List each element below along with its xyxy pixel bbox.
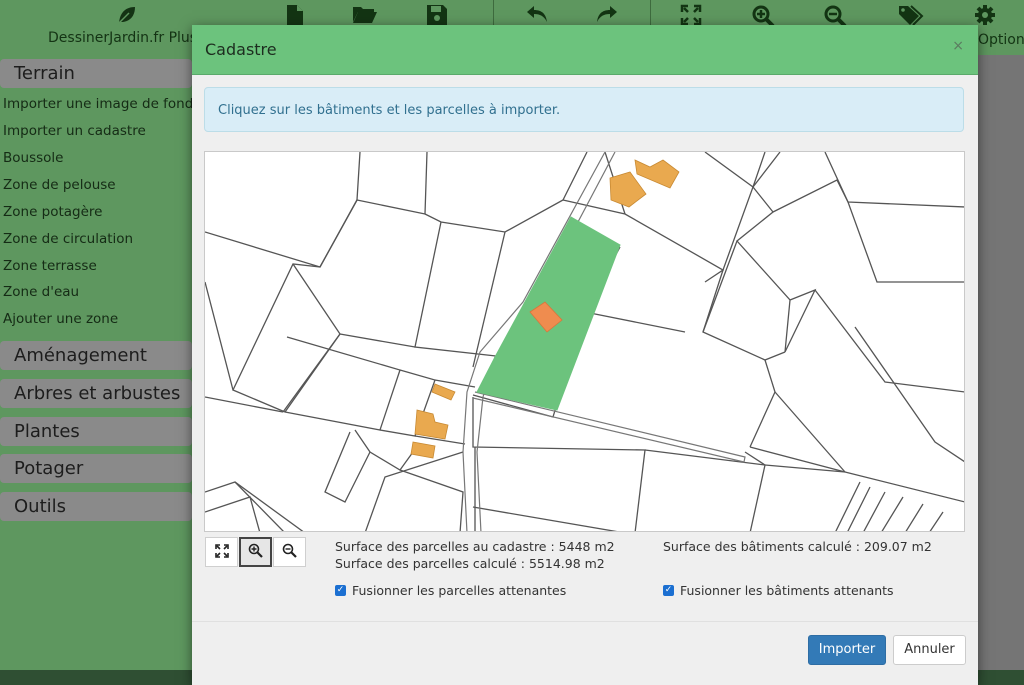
- sidebar-item-vegetable-zone[interactable]: Zone potagère: [3, 204, 103, 220]
- sidebar-item-lawn-zone[interactable]: Zone de pelouse: [3, 177, 116, 193]
- close-icon[interactable]: ×: [952, 38, 964, 54]
- category-amenagement[interactable]: Aménagement: [0, 341, 192, 370]
- surface-parcelles: Surface des parcelles calculé : 5514.98 …: [335, 556, 605, 571]
- cadastre-map[interactable]: [204, 151, 965, 532]
- map-zoom-controls: [205, 537, 307, 567]
- category-plants[interactable]: Plantes: [0, 417, 192, 446]
- zoom-in-icon: [248, 543, 263, 562]
- dialog-footer-divider: [192, 621, 978, 622]
- toolbar-separator: [650, 0, 651, 28]
- merge-buildings-label[interactable]: Fusionner les bâtiments attenants: [680, 583, 894, 598]
- building[interactable]: [609, 171, 647, 208]
- merge-parcels-label[interactable]: Fusionner les parcelles attenantes: [352, 583, 566, 598]
- sidebar-item-water-zone[interactable]: Zone d'eau: [3, 284, 79, 300]
- fit-view-button[interactable]: [205, 537, 238, 567]
- merge-parcels-option: ✓ Fusionner les parcelles attenantes: [335, 583, 566, 598]
- building[interactable]: [634, 159, 680, 189]
- category-vegetable-garden[interactable]: Potager: [0, 454, 192, 483]
- sidebar-item-circulation-zone[interactable]: Zone de circulation: [3, 231, 133, 247]
- cadastre-dialog: Cadastre × Cliquez sur les bâtiments et …: [192, 25, 978, 685]
- zoom-out-button[interactable]: [273, 537, 306, 567]
- info-alert: Cliquez sur les bâtiments et les parcell…: [204, 87, 964, 132]
- fit-view-icon: [214, 543, 229, 562]
- cadastre-map-svg[interactable]: [205, 152, 965, 532]
- sidebar-item-compass[interactable]: Boussole: [3, 150, 63, 166]
- sidebar-item-add-zone[interactable]: Ajouter une zone: [3, 311, 118, 327]
- category-terrain[interactable]: Terrain: [0, 59, 192, 88]
- building[interactable]: [431, 383, 456, 401]
- zoom-out-icon: [282, 543, 297, 562]
- sidebar: Terrain Importer une image de fond Impor…: [0, 55, 193, 670]
- surface-cadastre: Surface des parcelles au cadastre : 5448…: [335, 539, 615, 554]
- sidebar-item-import-background[interactable]: Importer une image de fond: [3, 96, 193, 112]
- building[interactable]: [410, 441, 436, 459]
- toolbar-separator: [493, 0, 494, 28]
- sidebar-item-import-cadastre[interactable]: Importer un cadastre: [3, 123, 146, 139]
- merge-buildings-option: ✓ Fusionner les bâtiments attenants: [663, 583, 894, 598]
- leaf-icon: [116, 4, 138, 31]
- category-tools[interactable]: Outils: [0, 492, 192, 521]
- dialog-header: Cadastre ×: [192, 25, 978, 75]
- dialog-title: Cadastre: [205, 40, 277, 59]
- category-trees[interactable]: Arbres et arbustes: [0, 379, 192, 408]
- info-text: Cliquez sur les bâtiments et les parcell…: [218, 103, 561, 118]
- merge-buildings-checkbox[interactable]: ✓: [663, 585, 674, 596]
- cancel-button[interactable]: Annuler: [893, 635, 966, 665]
- brand-name: DessinerJardin.fr Plus: [48, 30, 198, 46]
- canvas-background: [978, 55, 1024, 670]
- options-label[interactable]: Options: [978, 32, 1024, 48]
- merge-parcels-checkbox[interactable]: ✓: [335, 585, 346, 596]
- import-button[interactable]: Importer: [808, 635, 886, 665]
- surface-batiments: Surface des bâtiments calculé : 209.07 m…: [663, 539, 932, 554]
- building[interactable]: [414, 409, 449, 440]
- sidebar-item-terrace-zone[interactable]: Zone terrasse: [3, 258, 97, 274]
- zoom-in-button[interactable]: [239, 537, 272, 567]
